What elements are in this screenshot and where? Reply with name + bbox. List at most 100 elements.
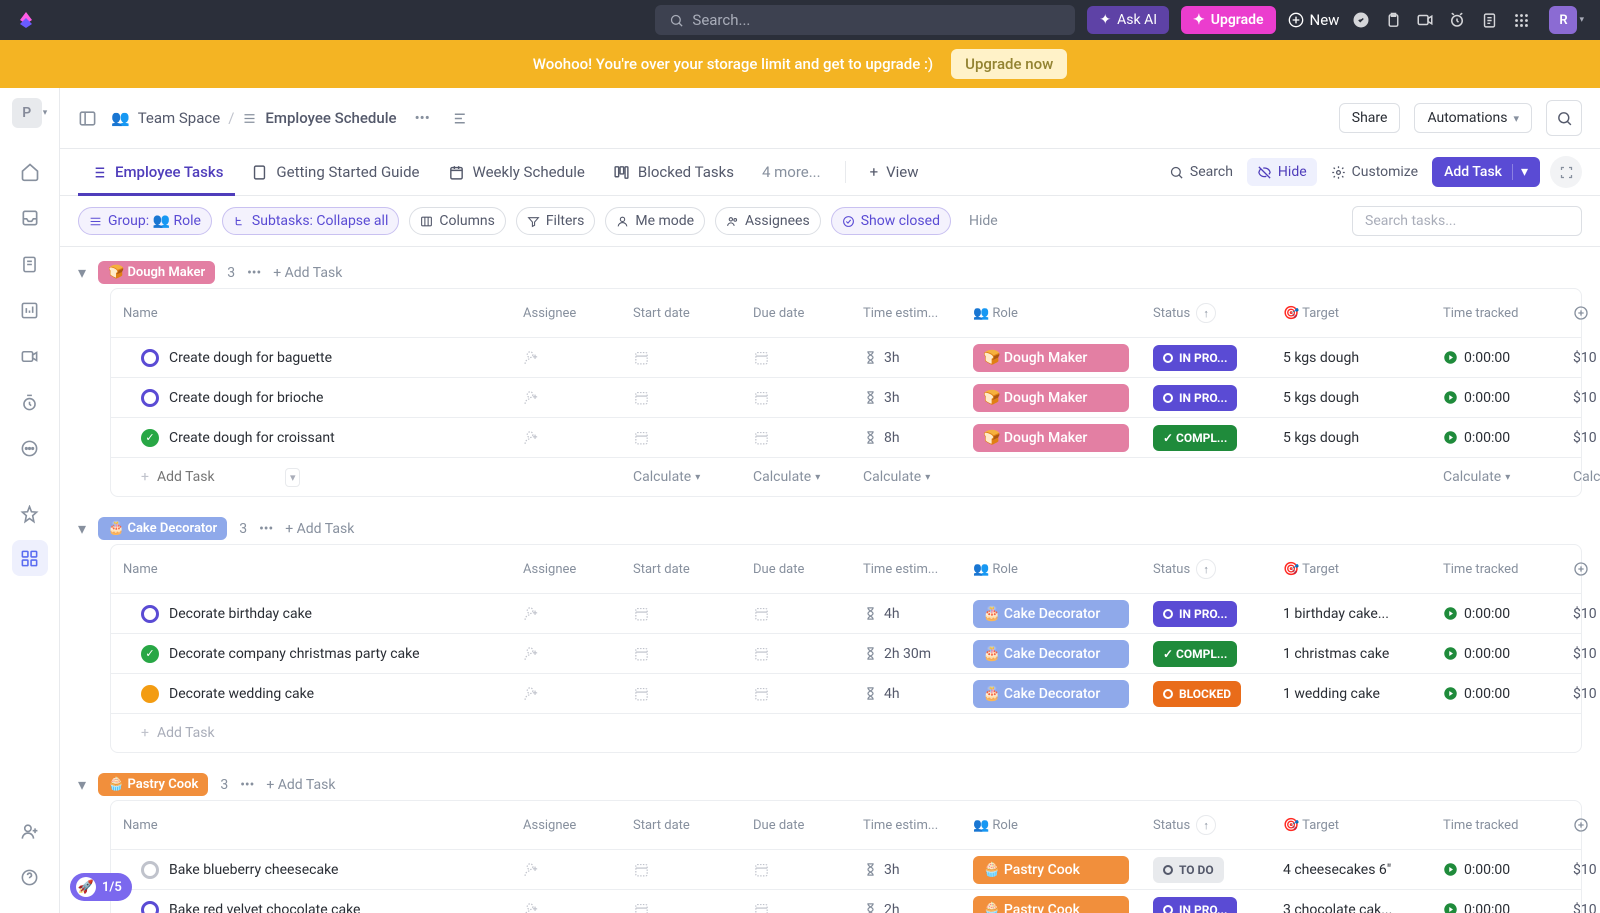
group-more[interactable]: ••• <box>259 521 273 537</box>
status-dot[interactable]: ✓ <box>141 429 159 447</box>
assignees-chip[interactable]: Assignees <box>715 207 821 235</box>
start-date-cell[interactable] <box>621 423 741 452</box>
docs-icon[interactable] <box>12 246 48 282</box>
alarm-icon[interactable] <box>1447 10 1467 30</box>
task-row[interactable]: Decorate wedding cake 4h 🎂 Cake Decorato… <box>111 674 1581 714</box>
assignee-cell[interactable] <box>511 639 621 668</box>
play-icon[interactable] <box>1443 902 1458 913</box>
favorites-icon[interactable] <box>12 496 48 532</box>
role-pill[interactable]: 🍞 Dough Maker <box>973 424 1129 452</box>
task-row[interactable]: Create dough for baguette 3h 🍞 Dough Mak… <box>111 338 1581 378</box>
role-pill[interactable]: 🎂 Cake Decorator <box>973 640 1129 668</box>
header-search-icon[interactable] <box>1546 100 1582 136</box>
start-date-cell[interactable] <box>621 639 741 668</box>
task-row[interactable]: ✓Decorate company christmas party cake 2… <box>111 634 1581 674</box>
dashboards-icon[interactable] <box>12 292 48 328</box>
table-search[interactable]: Search <box>1159 158 1243 186</box>
target-cell[interactable]: 5 kgs dough <box>1271 424 1431 452</box>
estimate-cell[interactable]: 2h 30m <box>851 640 961 668</box>
estimate-cell[interactable]: 3h <box>851 856 961 884</box>
start-date-cell[interactable] <box>621 343 741 372</box>
target-cell[interactable]: 1 christmas cake <box>1271 640 1431 668</box>
due-date-cell[interactable] <box>741 423 851 452</box>
status-pill[interactable]: ✓ COMPL... <box>1153 425 1237 451</box>
assignee-cell[interactable] <box>511 855 621 884</box>
task-search-input[interactable]: Search tasks... <box>1352 206 1582 236</box>
status-dot[interactable] <box>141 861 159 879</box>
status-pill[interactable]: BLOCKED <box>1153 681 1241 707</box>
upgrade-button[interactable]: ✦ Upgrade <box>1181 6 1276 34</box>
timesheets-icon[interactable] <box>12 384 48 420</box>
role-pill[interactable]: 🎂 Cake Decorator <box>973 600 1129 628</box>
me-mode-chip[interactable]: Me mode <box>605 207 705 235</box>
due-date-cell[interactable] <box>741 383 851 412</box>
role-pill[interactable]: 🧁 Pastry Cook <box>973 856 1129 884</box>
clips-icon[interactable] <box>12 338 48 374</box>
inbox-icon[interactable] <box>12 200 48 236</box>
global-search[interactable]: Search... <box>655 5 1075 35</box>
estimate-cell[interactable]: 3h <box>851 344 961 372</box>
group-tag[interactable]: 🎂 Cake Decorator <box>98 517 227 540</box>
clipboard-icon[interactable] <box>1383 10 1403 30</box>
due-date-cell[interactable] <box>741 679 851 708</box>
time-tracked-cell[interactable]: 0:00:00 <box>1431 640 1561 668</box>
play-icon[interactable] <box>1443 686 1458 701</box>
group-collapse[interactable]: ▾ <box>78 775 86 794</box>
new-button[interactable]: New <box>1288 11 1340 29</box>
target-cell[interactable]: 1 birthday cake... <box>1271 600 1431 628</box>
time-tracked-cell[interactable]: 0:00:00 <box>1431 384 1561 412</box>
task-row[interactable]: ✓Create dough for croissant 8h 🍞 Dough M… <box>111 418 1581 458</box>
user-avatar[interactable]: R <box>1549 6 1577 34</box>
breadcrumb-space[interactable]: Team Space <box>138 109 221 127</box>
status-dot[interactable] <box>141 349 159 367</box>
start-date-cell[interactable] <box>621 599 741 628</box>
play-icon[interactable] <box>1443 430 1458 445</box>
more-icon[interactable] <box>12 430 48 466</box>
expand-icon[interactable] <box>1550 156 1582 188</box>
play-icon[interactable] <box>1443 862 1458 877</box>
tab-employee-tasks[interactable]: Employee Tasks <box>78 149 235 195</box>
calculate-cell[interactable]: Calculate ▾ <box>633 469 729 485</box>
target-cell[interactable]: 4 cheesecakes 6" <box>1271 856 1431 884</box>
group-add-task[interactable]: + Add Task <box>273 265 342 281</box>
home-icon[interactable] <box>12 154 48 190</box>
status-dot[interactable] <box>141 901 159 913</box>
filter-hide[interactable]: Hide <box>961 208 1006 234</box>
task-row[interactable]: Bake blueberry cheesecake 3h 🧁 Pastry Co… <box>111 850 1581 890</box>
status-pill[interactable]: IN PRO... <box>1153 601 1237 627</box>
add-task-button[interactable]: Add Task▾ <box>1432 157 1540 187</box>
status-pill[interactable]: IN PRO... <box>1153 345 1237 371</box>
group-more[interactable]: ••• <box>247 265 261 281</box>
automations-button[interactable]: Automations▾ <box>1414 103 1532 133</box>
add-column[interactable] <box>1561 299 1600 327</box>
group-collapse[interactable]: ▾ <box>78 519 86 538</box>
estimate-cell[interactable]: 8h <box>851 424 961 452</box>
target-cell[interactable]: 5 kgs dough <box>1271 344 1431 372</box>
subtasks-chip[interactable]: Subtasks: Collapse all <box>222 207 399 235</box>
assignee-cell[interactable] <box>511 599 621 628</box>
play-icon[interactable] <box>1443 350 1458 365</box>
time-tracked-cell[interactable]: 0:00:00 <box>1431 680 1561 708</box>
tab-blocked-tasks[interactable]: Blocked Tasks <box>601 149 746 195</box>
start-date-cell[interactable] <box>621 679 741 708</box>
target-cell[interactable]: 5 kgs dough <box>1271 384 1431 412</box>
time-tracked-cell[interactable]: 0:00:00 <box>1431 344 1561 372</box>
inline-add-task[interactable] <box>157 469 277 485</box>
task-row[interactable]: Bake red velvet chocolate cake 2h 🧁 Past… <box>111 890 1581 913</box>
tabs-more[interactable]: 4 more... <box>750 149 833 195</box>
start-date-cell[interactable] <box>621 855 741 884</box>
status-pill[interactable]: ✓ COMPL... <box>1153 641 1237 667</box>
status-pill[interactable]: TO DO <box>1153 857 1224 883</box>
task-row[interactable]: Create dough for brioche 3h 🍞 Dough Make… <box>111 378 1581 418</box>
estimate-cell[interactable]: 2h <box>851 896 961 913</box>
check-circle-icon[interactable] <box>1351 10 1371 30</box>
time-tracked-cell[interactable]: 0:00:00 <box>1431 424 1561 452</box>
calculate-cell[interactable]: Calculate ▾ <box>1443 469 1549 485</box>
columns-chip[interactable]: Columns <box>409 207 505 235</box>
status-dot[interactable] <box>141 389 159 407</box>
due-date-cell[interactable] <box>741 895 851 913</box>
due-date-cell[interactable] <box>741 855 851 884</box>
customize-view[interactable]: Customize <box>1321 158 1428 186</box>
add-column[interactable] <box>1561 555 1600 583</box>
status-dot[interactable] <box>141 605 159 623</box>
